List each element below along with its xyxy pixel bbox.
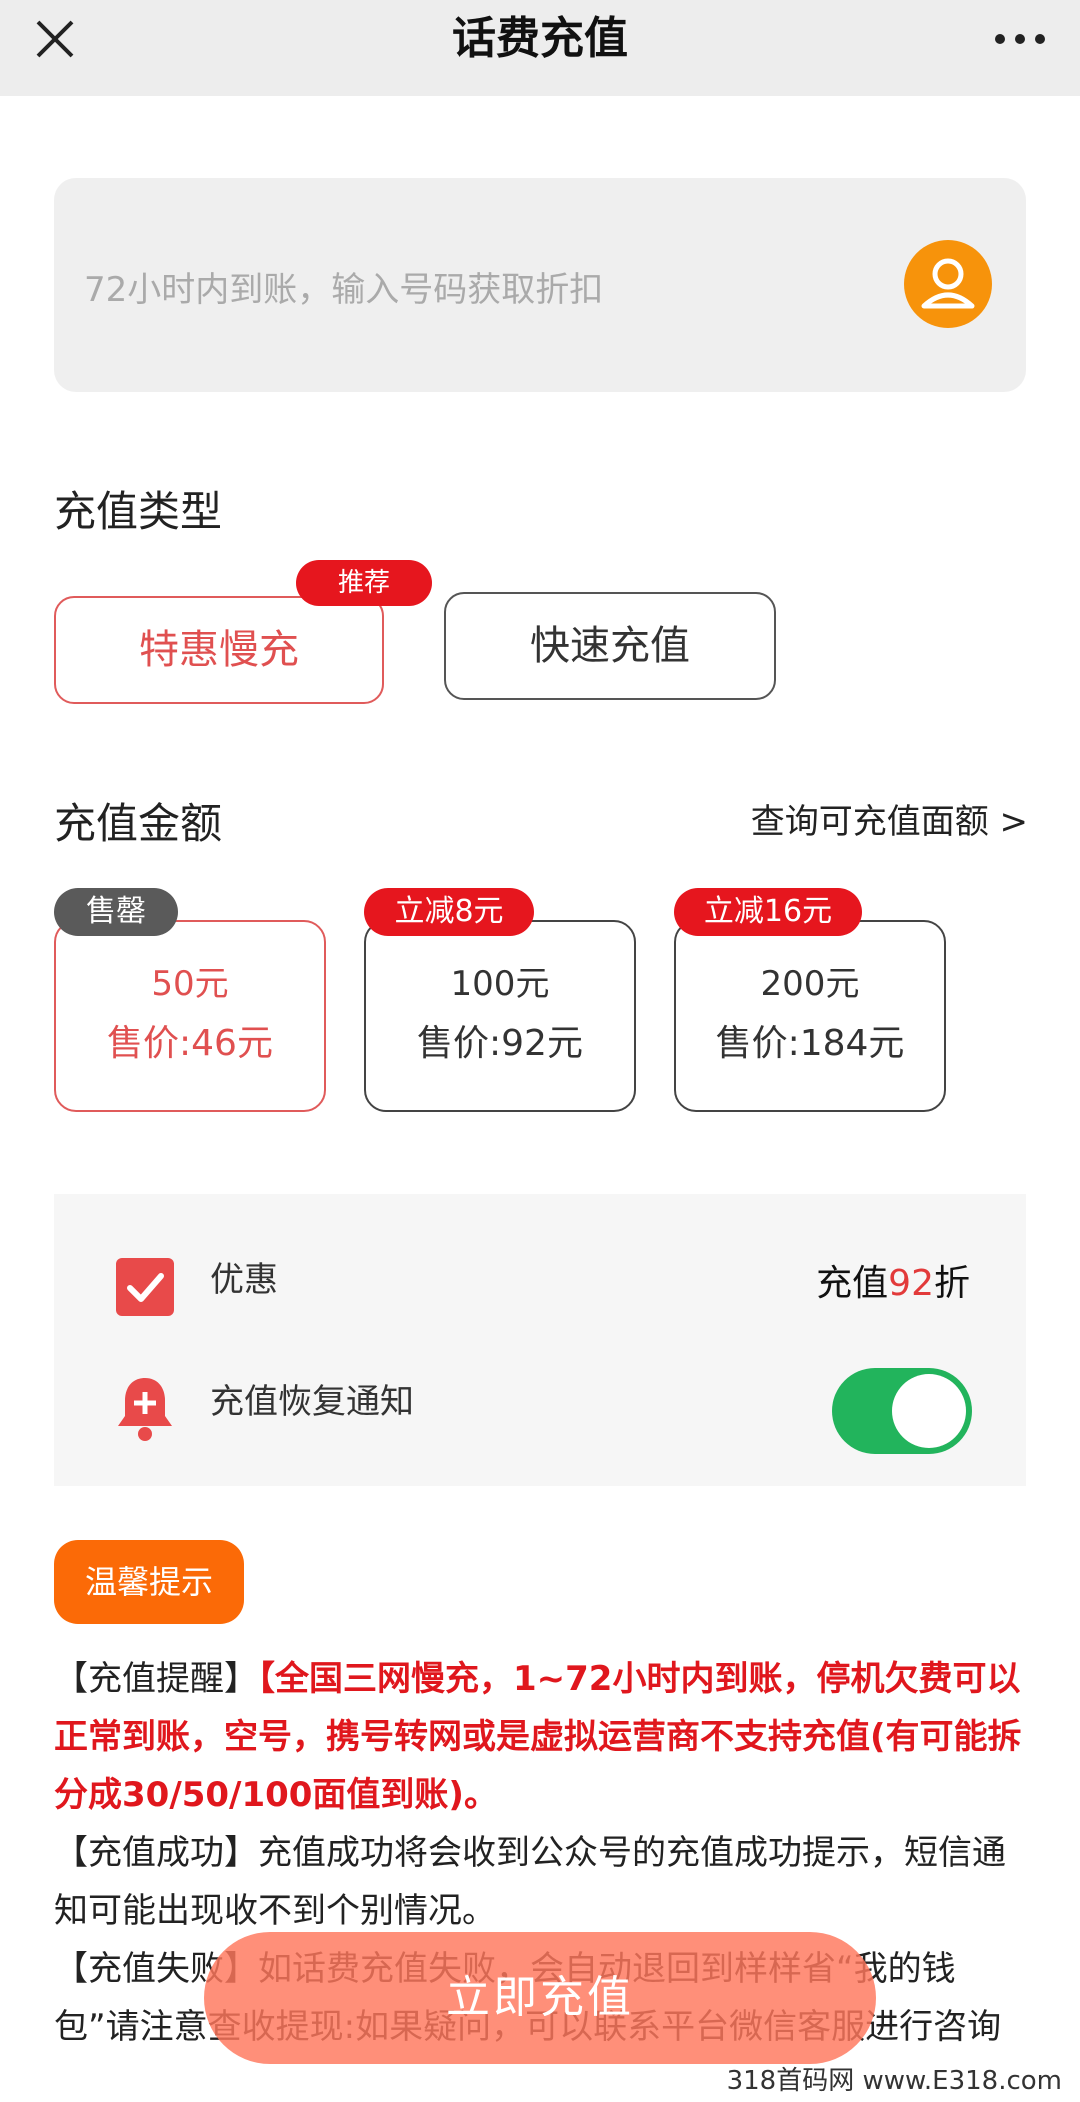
top-bar: 话费充值 [0, 0, 1080, 96]
amount-face: 200元 [760, 964, 860, 1004]
query-amounts-link[interactable]: 查询可充值面额 > [751, 794, 1028, 843]
reminder-tag: 【充值提醒】 [54, 1659, 258, 1699]
amount-price: 售价:92元 [417, 1023, 583, 1064]
more-icon[interactable] [990, 14, 1050, 64]
discount-badge-16: 立减16元 [674, 888, 862, 936]
discount-badge-8: 立减8元 [364, 888, 534, 936]
recommend-badge: 推荐 [296, 560, 432, 606]
type-option-slow-label: 特惠慢充 [139, 627, 299, 673]
phone-input-box[interactable]: 72小时内到账，输入号码获取折扣 [54, 178, 1026, 392]
amount-price: 售价:46元 [107, 1023, 273, 1064]
amount-card-50[interactable]: 50元 售价:46元 [54, 920, 326, 1112]
tips-badge: 温馨提示 [54, 1540, 244, 1624]
watermark: 318首码网 www.E318.com [726, 2066, 1062, 2096]
success-tag: 【充值成功】 [54, 1833, 258, 1873]
amount-card-200[interactable]: 200元 售价:184元 [674, 920, 946, 1112]
soldout-badge: 售罄 [54, 888, 178, 936]
checkbox-checked-icon[interactable] [116, 1258, 174, 1316]
phone-input-placeholder[interactable]: 72小时内到账，输入号码获取折扣 [84, 262, 603, 311]
toggle-knob [892, 1374, 966, 1448]
amount-card-100[interactable]: 100元 售价:92元 [364, 920, 636, 1112]
recharge-amount-title: 充值金额 [54, 799, 223, 848]
contact-icon[interactable] [904, 240, 992, 328]
notify-label: 充值恢复通知 [210, 1382, 414, 1422]
options-panel: 优惠 充值92折 充值恢复通知 [54, 1194, 1026, 1486]
discount-rate: 充值92折 [816, 1263, 970, 1304]
amount-face: 100元 [450, 964, 550, 1004]
recharge-type-title: 充值类型 [54, 487, 223, 536]
recharge-now-button[interactable]: 立即充值 [204, 1932, 876, 2064]
discount-label: 优惠 [210, 1260, 278, 1300]
amount-face: 50元 [151, 964, 229, 1004]
type-option-slow[interactable]: 特惠慢充 [54, 596, 384, 704]
type-option-fast[interactable]: 快速充值 [444, 592, 776, 700]
notify-toggle[interactable] [832, 1368, 972, 1454]
amount-price: 售价:184元 [715, 1023, 905, 1064]
type-option-fast-label: 快速充值 [530, 623, 690, 669]
page-title: 话费充值 [452, 13, 628, 64]
bell-icon [118, 1378, 172, 1441]
